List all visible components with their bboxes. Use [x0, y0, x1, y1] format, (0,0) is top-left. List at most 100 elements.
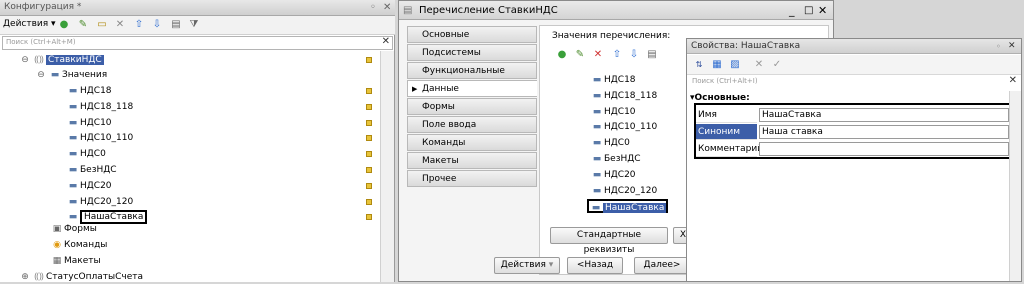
tree-node-forms[interactable]: ▣ Формы: [50, 222, 97, 236]
edit-icon[interactable]: ✎: [574, 49, 586, 61]
collapse-icon: ⊖: [37, 70, 45, 80]
section-basic-label: Основные:: [694, 93, 750, 103]
pin-icon[interactable]: ◦: [370, 0, 376, 15]
add-icon[interactable]: ●: [58, 19, 70, 31]
property-synonym-input[interactable]: Наша ставка: [759, 125, 1009, 139]
lock-icon: [366, 151, 372, 158]
tree-value-label: НДС18_118: [80, 101, 134, 112]
section-basic[interactable]: ▾Основные:: [690, 93, 750, 103]
tab-item[interactable]: Прочее: [407, 170, 537, 187]
enum-value-label: НДС10_110: [604, 122, 658, 133]
lock-icon: [366, 57, 372, 63]
tree-value-item[interactable]: ▬ НДС18: [66, 84, 112, 98]
tab-item[interactable]: Функциональные опции: [407, 62, 537, 93]
sort-az-icon[interactable]: ⇅: [693, 59, 705, 71]
enum-value-item[interactable]: ▬ НашаСтавка: [587, 199, 669, 214]
values-label: Значения перечисления:: [552, 31, 671, 41]
filter-icon[interactable]: ⧩: [188, 19, 200, 31]
tree-value-label: БезНДС: [80, 165, 117, 175]
minimize-icon[interactable]: _: [789, 1, 795, 20]
actions-menu[interactable]: Действия ▾: [3, 19, 56, 29]
clear-search-icon[interactable]: ✕: [382, 36, 390, 47]
enum-value-item[interactable]: ▬ БезНДС: [590, 152, 641, 166]
copy-icon[interactable]: ▭: [96, 19, 108, 31]
add-icon[interactable]: ●: [556, 49, 568, 61]
tree-value-label: НДС10: [80, 117, 112, 128]
tree-value-item[interactable]: ▬ БезНДС: [66, 163, 117, 177]
properties-scrollbar[interactable]: [1009, 91, 1021, 281]
tree-root-label: СтавкиНДС: [46, 55, 104, 65]
tree-value-item[interactable]: ▬ НДС18_118: [66, 100, 133, 114]
tree-value-item[interactable]: ▬ НДС20: [66, 179, 112, 193]
tree-value-item[interactable]: ▬ НДС10_110: [66, 131, 133, 145]
enum-value-item[interactable]: ▬ НДС18_118: [590, 89, 657, 103]
cancel-icon[interactable]: ✕: [753, 59, 765, 71]
tab-item[interactable]: Подсистемы: [407, 44, 537, 61]
tab-item[interactable]: Основные: [407, 26, 537, 43]
tree-value-item[interactable]: ▬ НДС10: [66, 116, 112, 130]
tree-node-values[interactable]: ⊖ ▬ Значения: [34, 68, 107, 82]
dialog-icon: ▤: [403, 5, 413, 16]
filter-props-icon[interactable]: ▨: [729, 59, 741, 71]
active-tab-arrow-icon: ▶: [412, 85, 418, 93]
list-icon[interactable]: ▤: [646, 49, 658, 61]
enum-value-item[interactable]: ▬ НДС10: [590, 105, 636, 119]
delete-icon[interactable]: ✕: [592, 49, 604, 61]
configuration-panel: Конфигурация * ◦ ✕ Действия ▾ ● ✎ ▭ ✕ ⇧ …: [0, 0, 395, 282]
enum-value-label: НДС18: [604, 75, 636, 85]
next-button[interactable]: Далее>: [634, 257, 690, 274]
form-icon: ▣: [52, 224, 62, 234]
lock-icon: [366, 119, 372, 126]
tree-node-layouts[interactable]: ▦ Макеты: [50, 254, 101, 268]
maximize-icon[interactable]: □: [804, 1, 813, 20]
close-icon[interactable]: ✕: [383, 0, 391, 15]
move-up-icon[interactable]: ⇧: [133, 19, 145, 31]
collapse-icon: ⊖: [21, 55, 29, 65]
value-icon: ▬: [592, 169, 602, 180]
categories-icon[interactable]: ▦: [711, 59, 723, 71]
tree-node-root[interactable]: ⊖ ⸨⸩ СтавкиНДС: [18, 53, 104, 67]
tree-values-label: Значения: [62, 70, 108, 80]
pin-icon[interactable]: ◦: [996, 39, 1001, 54]
enum-value-item[interactable]: ▬ НДС20_120: [590, 184, 657, 198]
move-down-icon[interactable]: ⇩: [628, 49, 640, 61]
enum-value-label: НДС20_120: [604, 185, 658, 196]
config-scrollbar[interactable]: [380, 51, 394, 282]
properties-search-input[interactable]: Поиск (Ctrl+Alt+I) ✕: [689, 75, 1019, 89]
tree-node-commands[interactable]: ◉ Команды: [50, 238, 107, 252]
list-icon[interactable]: ▤: [170, 19, 182, 31]
clear-search-icon[interactable]: ✕: [1009, 75, 1017, 86]
property-name-input[interactable]: НашаСтавка: [759, 108, 1009, 122]
enum-value-item[interactable]: ▬ НДС0: [590, 136, 630, 150]
enum-value-label: НДС20: [604, 169, 636, 180]
tab-item[interactable]: Макеты: [407, 152, 537, 169]
tab-item[interactable]: Поле ввода: [407, 116, 537, 133]
close-icon[interactable]: ✕: [1008, 39, 1016, 54]
property-synonym-row: Синоним Наша ставка: [696, 124, 1012, 140]
tab-item[interactable]: ▶ Данные: [407, 80, 537, 97]
close-icon[interactable]: ✕: [818, 1, 827, 20]
delete-icon[interactable]: ✕: [114, 19, 126, 31]
tab-item[interactable]: Команды: [407, 134, 537, 151]
tree-forms-label: Формы: [64, 224, 97, 234]
enum-value-item[interactable]: ▬ НДС10_110: [590, 120, 657, 134]
dialog-actions-button[interactable]: Действия ▾: [494, 257, 560, 274]
enum-value-item[interactable]: ▬ НДС18: [590, 73, 636, 87]
edit-icon[interactable]: ✎: [77, 19, 89, 31]
enum-value-item[interactable]: ▬ НДС20: [590, 168, 636, 182]
move-down-icon[interactable]: ⇩: [151, 19, 163, 31]
property-name-label: Имя: [696, 107, 757, 123]
tree-value-item[interactable]: ▬ НДС0: [66, 147, 106, 161]
back-button[interactable]: <Назад: [567, 257, 623, 274]
value-icon: ▬: [68, 86, 78, 96]
lock-icon: [366, 103, 372, 110]
property-comment-input[interactable]: [759, 142, 1009, 156]
check-icon[interactable]: ✓: [771, 59, 783, 71]
lock-icon: [366, 135, 372, 142]
tab-item[interactable]: Формы: [407, 98, 537, 115]
tree-value-item[interactable]: ▬ НДС20_120: [66, 195, 133, 209]
config-search-input[interactable]: Поиск (Ctrl+Alt+M) ✕: [2, 36, 393, 50]
move-up-icon[interactable]: ⇧: [611, 49, 623, 61]
enum-value-label: НДС10: [604, 106, 636, 117]
standard-attributes-button[interactable]: Стандартные реквизиты: [550, 227, 668, 255]
